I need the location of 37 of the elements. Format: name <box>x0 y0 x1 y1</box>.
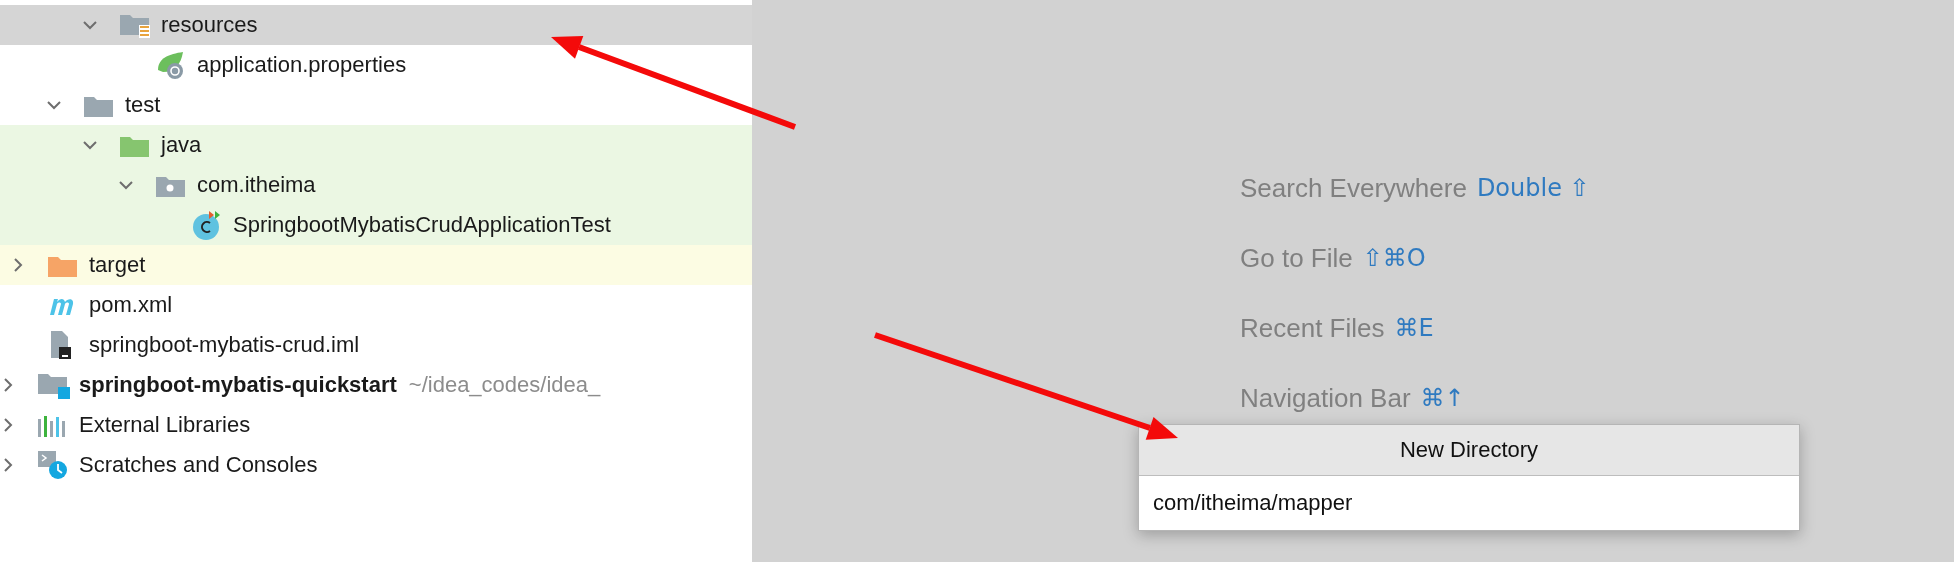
tree-item-label: SpringbootMybatisCrudApplicationTest <box>233 212 611 238</box>
hint-label: Search Everywhere <box>1240 172 1467 205</box>
tree-row[interactable]: Scratches and Consoles <box>0 445 752 485</box>
tree-row[interactable]: java <box>0 125 752 165</box>
tree-item-label: springboot-mybatis-quickstart <box>79 372 397 398</box>
tree-row[interactable]: springboot-mybatis-quickstart ~/idea_codes/idea_ <box>0 365 752 405</box>
console-clock-icon <box>37 450 69 480</box>
tree-item-label: springboot-mybatis-crud.iml <box>89 332 360 358</box>
tree-item-label: test <box>125 92 161 118</box>
tree-row[interactable]: SpringbootMybatisCrudApplicationTest <box>0 205 752 245</box>
shortcut-text: ⌘↑ <box>1420 383 1465 414</box>
hint-label: Recent Files <box>1240 312 1385 345</box>
tree-item-label: resources <box>161 12 258 38</box>
tree-item-label: java <box>161 132 202 158</box>
tree-item-label: pom.xml <box>89 292 173 318</box>
tree-row[interactable]: test <box>0 85 752 125</box>
tree-row[interactable]: target <box>0 245 752 285</box>
tree-row[interactable]: External Libraries <box>0 405 752 445</box>
hint-label: Navigation Bar <box>1240 382 1411 415</box>
shortcut-text: ⌘E <box>1394 313 1434 344</box>
tree-item-label: com.itheima <box>197 172 316 198</box>
tree-item-label: target <box>89 252 146 278</box>
shortcut-text: Double ⇧ <box>1476 173 1590 204</box>
library-icon <box>37 413 67 437</box>
tree-row[interactable]: springboot-mybatis-crud.iml <box>0 325 752 365</box>
tree-item-label: Scratches and Consoles <box>79 452 318 478</box>
tree-item-label: External Libraries <box>79 412 251 438</box>
hint-label: Go to File <box>1240 242 1353 275</box>
tree-row[interactable]: pom.xml <box>0 285 752 325</box>
dialog-title: New Directory <box>1139 425 1799 476</box>
tree-row[interactable]: com.itheima <box>0 165 752 205</box>
module-path: ~/idea_codes/idea_ <box>408 372 601 398</box>
tree-item-label: application.properties <box>197 52 407 78</box>
tree-row[interactable]: resources <box>0 5 752 45</box>
directory-name-field[interactable]: com/itheima/mapper <box>1139 476 1799 530</box>
tree-row[interactable]: application.properties <box>0 45 752 85</box>
shortcut-text: ⇧⌘O <box>1362 243 1426 274</box>
